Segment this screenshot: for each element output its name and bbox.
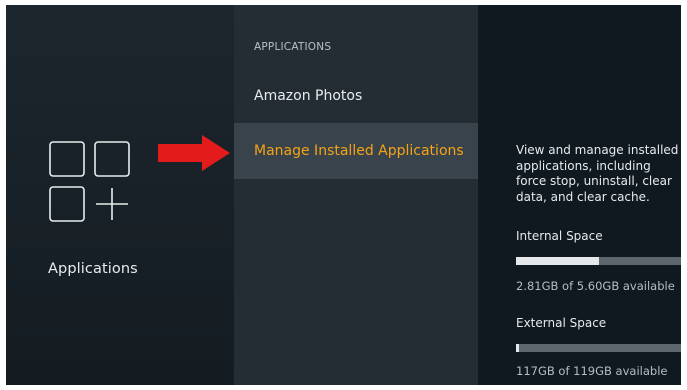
fire-tv-screen: Applications APPLICATIONS Amazon Photos … <box>6 5 681 385</box>
menu-item-amazon-photos[interactable]: Amazon Photos <box>234 68 478 124</box>
internal-space-label: Internal Space <box>516 229 603 243</box>
external-space-bar-fill <box>516 344 519 352</box>
internal-space-available: 2.81GB of 5.60GB available <box>516 279 675 293</box>
menu-item-label: Manage Installed Applications <box>254 143 464 159</box>
external-space-bar <box>516 344 681 352</box>
applications-menu: APPLICATIONS Amazon Photos Manage Instal… <box>234 5 478 385</box>
internal-space-bar-fill <box>516 257 599 265</box>
category-panel: Applications <box>6 5 234 385</box>
external-space-available: 117GB of 119GB available <box>516 364 668 378</box>
category-label: Applications <box>48 261 138 277</box>
menu-item-label: Amazon Photos <box>254 88 363 104</box>
section-title: APPLICATIONS <box>254 41 332 53</box>
external-space-label: External Space <box>516 316 607 330</box>
detail-panel: View and manage installed applications, … <box>478 5 681 385</box>
menu-item-manage-installed-applications[interactable]: Manage Installed Applications <box>234 123 478 179</box>
applications-grid-plus-icon <box>49 141 130 222</box>
item-description: View and manage installed applications, … <box>516 143 679 204</box>
right-arrow-icon <box>158 135 230 171</box>
internal-space-bar <box>516 257 681 265</box>
